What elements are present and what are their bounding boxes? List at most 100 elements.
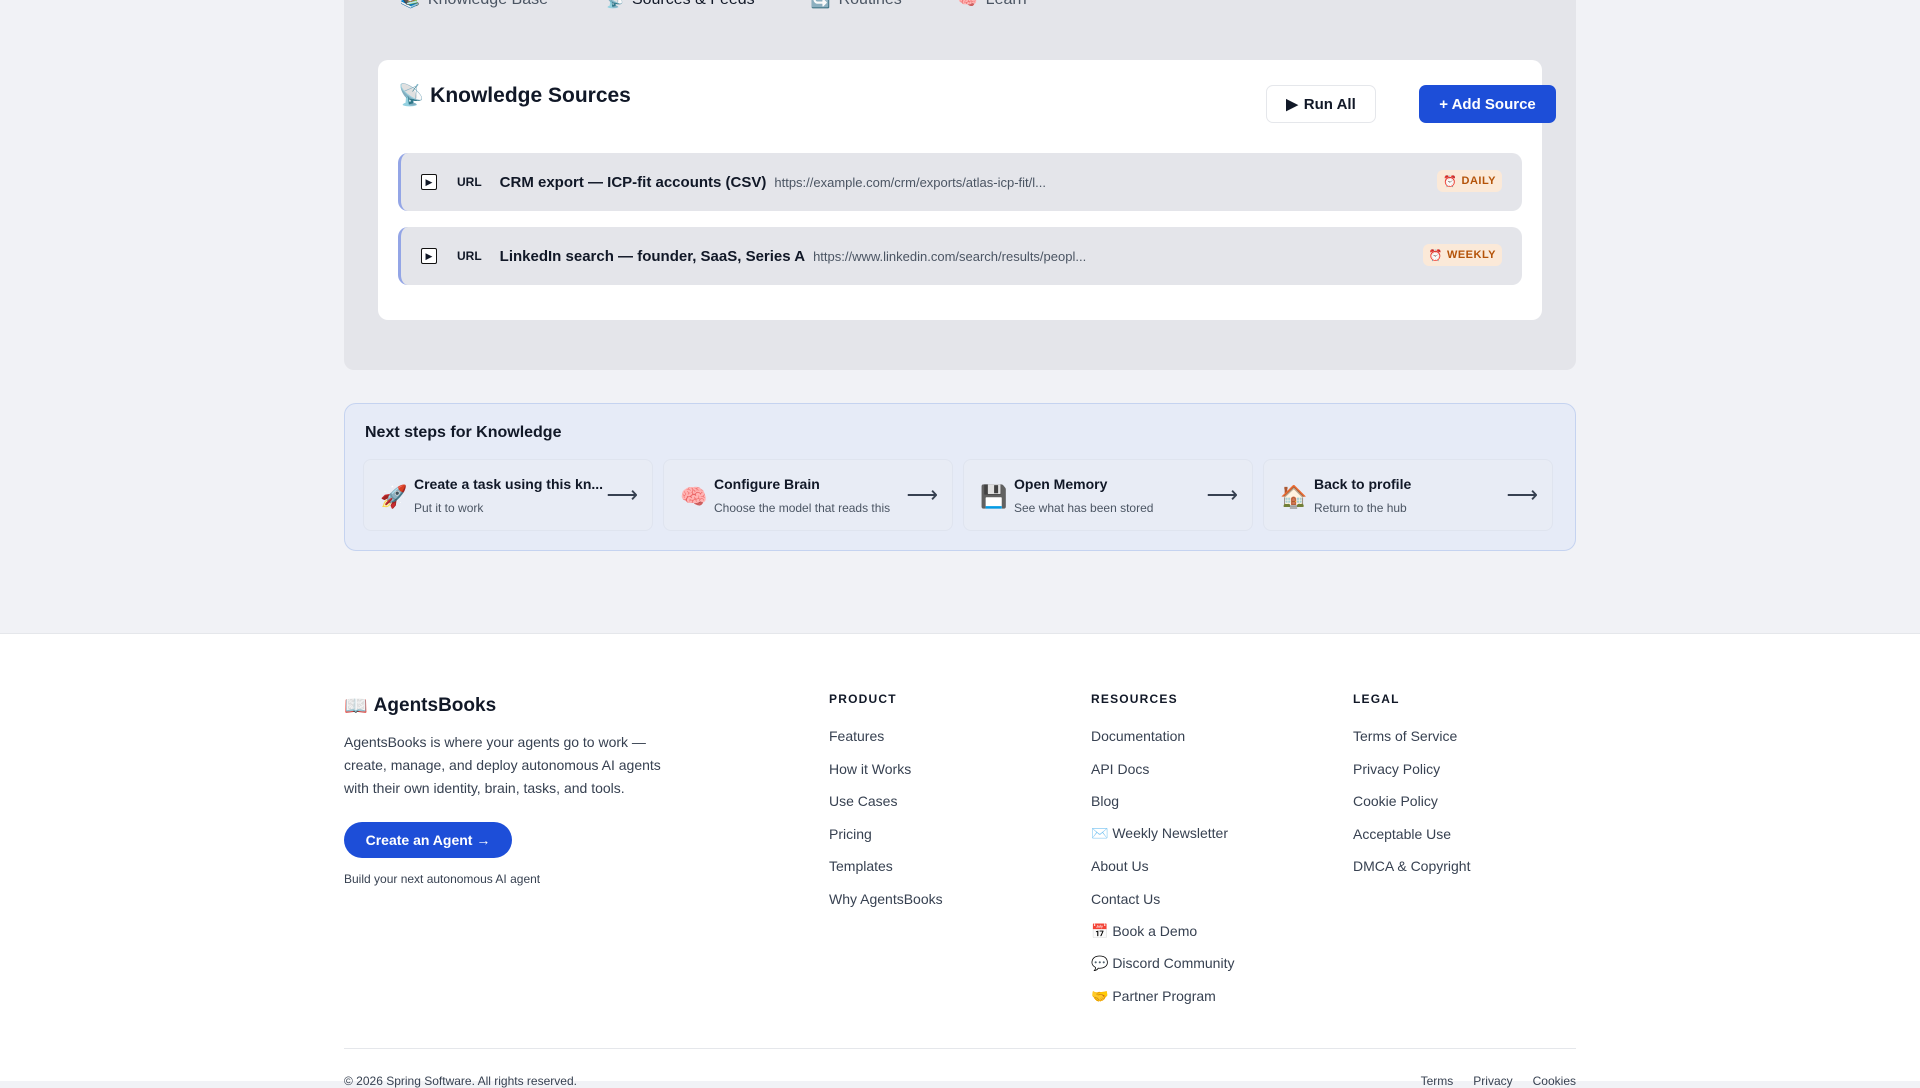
play-icon: ▶ — [425, 250, 433, 261]
card-title-text: Knowledge Sources — [430, 84, 631, 107]
floppy-disk-icon: 💾 — [980, 484, 1008, 509]
bottom-link-privacy[interactable]: Privacy — [1473, 1074, 1512, 1088]
house-icon: 🏠 — [1280, 484, 1308, 509]
play-icon: ▶ — [1286, 96, 1298, 113]
step-title: Configure Brain — [714, 476, 820, 492]
footer-link[interactable]: Templates — [829, 850, 943, 883]
run-all-button[interactable]: ▶ Run All — [1266, 85, 1376, 123]
source-row[interactable]: ▶ URL LinkedIn search — founder, SaaS, S… — [398, 227, 1522, 285]
next-step-open-memory[interactable]: 💾 Open Memory See what has been stored ⟶ — [963, 459, 1253, 531]
alarm-clock-icon: ⏰ — [1428, 249, 1443, 262]
footer-link[interactable]: Features — [829, 720, 943, 753]
col-title: PRODUCT — [829, 692, 897, 706]
source-type: URL — [457, 249, 482, 263]
footer-col-legal: LEGAL Terms of Service Privacy Policy Co… — [1353, 692, 1470, 883]
bottom-links: Terms Privacy Cookies — [1421, 1074, 1576, 1088]
source-row[interactable]: ▶ URL CRM export — ICP-fit accounts (CSV… — [398, 153, 1522, 211]
footer-link[interactable]: Terms of Service — [1353, 720, 1470, 753]
tab-routines[interactable]: 🔄 Routines — [811, 0, 902, 10]
source-name: CRM export — ICP-fit accounts (CSV) — [499, 173, 767, 191]
schedule-badge: ⏰ WEEKLY — [1422, 244, 1502, 266]
knowledge-sources-card: 📡 Knowledge Sources ▶ Run All + Add Sour… — [378, 60, 1556, 320]
footer-col-resources: RESOURCES Documentation API Docs Blog ✉️… — [1091, 692, 1234, 1013]
footer-link[interactable]: About Us — [1091, 850, 1234, 883]
footer-link[interactable]: Why AgentsBooks — [829, 883, 943, 916]
rocket-icon: 🚀 — [380, 484, 408, 509]
footer-link-newsletter[interactable]: ✉️ Weekly Newsletter — [1091, 818, 1234, 851]
add-source-button[interactable]: + Add Source — [1419, 85, 1556, 123]
footer-link-book-demo[interactable]: 📅 Book a Demo — [1091, 915, 1234, 948]
tab-label: Learn — [986, 0, 1027, 9]
arrow-right-icon: ⟶ — [1506, 482, 1538, 507]
run-all-label: Run All — [1303, 95, 1356, 113]
brand-description: AgentsBooks is where your agents go to w… — [344, 734, 661, 796]
footer-link[interactable]: Cookie Policy — [1353, 785, 1470, 818]
footer-link[interactable]: Contact Us — [1091, 883, 1234, 916]
footer-link-discord[interactable]: 💬 Discord Community — [1091, 948, 1234, 981]
create-agent-button[interactable]: Create an Agent → — [344, 822, 512, 858]
footer-link[interactable]: Pricing — [829, 818, 943, 851]
arrow-right-icon: ⟶ — [606, 482, 638, 507]
col-title: RESOURCES — [1091, 692, 1178, 706]
alarm-clock-icon: ⏰ — [1443, 175, 1458, 188]
schedule-label: WEEKLY — [1446, 249, 1496, 261]
source-url: https://example.com/crm/exports/atlas-ic… — [774, 174, 1046, 190]
open-book-icon: 📖 — [344, 696, 368, 717]
source-type: URL — [457, 175, 482, 189]
footer-link[interactable]: Privacy Policy — [1353, 753, 1470, 786]
satellite-icon: 📡 — [398, 84, 425, 107]
arrow-right-icon: ⟶ — [1206, 482, 1238, 507]
brand-name: AgentsBooks — [373, 695, 497, 716]
footer-link[interactable]: DMCA & Copyright — [1353, 850, 1470, 883]
footer-divider — [344, 1048, 1576, 1049]
arrow-right-icon: ⟶ — [906, 482, 938, 507]
tab-label: Routines — [839, 0, 902, 9]
brain-icon: 🧠 — [957, 0, 978, 9]
schedule-label: DAILY — [1461, 175, 1496, 187]
bottom-link-terms[interactable]: Terms — [1421, 1074, 1454, 1088]
sources-section: 📚 Knowledge Base 📡 Sources & Feeds 🔄 Rou… — [344, 0, 1576, 370]
footer-link[interactable]: API Docs — [1091, 753, 1234, 786]
footer-link[interactable]: Blog — [1091, 785, 1234, 818]
footer-col-product: PRODUCT Features How it Works Use Cases … — [829, 692, 943, 915]
refresh-icon: 🔄 — [810, 0, 831, 9]
source-name: LinkedIn search — founder, SaaS, Series … — [499, 247, 806, 265]
brain-icon: 🧠 — [680, 484, 708, 509]
tab-label: Sources & Feeds — [632, 0, 755, 9]
next-steps-title: Next steps for Knowledge — [365, 424, 562, 441]
run-source-button[interactable]: ▶ — [421, 174, 437, 190]
copyright: © 2026 Spring Software. All rights reser… — [344, 1074, 577, 1088]
footer-link[interactable]: Use Cases — [829, 785, 943, 818]
footer-brand[interactable]: 📖 AgentsBooks — [344, 694, 496, 718]
footer-link[interactable]: How it Works — [829, 753, 943, 786]
run-source-button[interactable]: ▶ — [421, 248, 437, 264]
schedule-badge: ⏰ DAILY — [1437, 170, 1502, 192]
tab-learn[interactable]: 🧠 Learn — [958, 0, 1027, 10]
source-url: https://www.linkedin.com/search/results/… — [813, 248, 1087, 264]
bottom-link-cookies[interactable]: Cookies — [1533, 1074, 1576, 1088]
tab-label: Knowledge Base — [428, 0, 548, 9]
step-subtitle: Put it to work — [414, 501, 484, 515]
step-title: Create a task using this kn... — [414, 476, 604, 492]
cta-note: Build your next autonomous AI agent — [344, 872, 541, 886]
footer-link[interactable]: Documentation — [1091, 720, 1234, 753]
col-title: LEGAL — [1353, 692, 1400, 706]
footer-link-partner[interactable]: 🤝 Partner Program — [1091, 980, 1234, 1013]
tab-bar: 📚 Knowledge Base 📡 Sources & Feeds 🔄 Rou… — [400, 0, 1027, 10]
card-title: 📡 Knowledge Sources — [398, 84, 631, 108]
next-step-back-to-profile[interactable]: 🏠 Back to profile Return to the hub ⟶ — [1263, 459, 1553, 531]
step-subtitle: Choose the model that reads this — [714, 501, 891, 515]
play-icon: ▶ — [425, 176, 433, 187]
tab-sources-feeds[interactable]: 📡 Sources & Feeds — [604, 0, 755, 10]
step-title: Back to profile — [1314, 476, 1412, 492]
step-subtitle: See what has been stored — [1014, 501, 1154, 515]
tab-knowledge-base[interactable]: 📚 Knowledge Base — [400, 0, 548, 10]
books-icon: 📚 — [400, 0, 420, 9]
next-step-create-task[interactable]: 🚀 Create a task using this kn... Put it … — [363, 459, 653, 531]
site-footer: 📖 AgentsBooks AgentsBooks is where your … — [0, 633, 1920, 1088]
footer-link[interactable]: Acceptable Use — [1353, 818, 1470, 851]
step-subtitle: Return to the hub — [1314, 501, 1407, 515]
next-step-configure-brain[interactable]: 🧠 Configure Brain Choose the model that … — [663, 459, 953, 531]
step-title: Open Memory — [1014, 476, 1108, 492]
satellite-icon: 📡 — [604, 0, 624, 9]
